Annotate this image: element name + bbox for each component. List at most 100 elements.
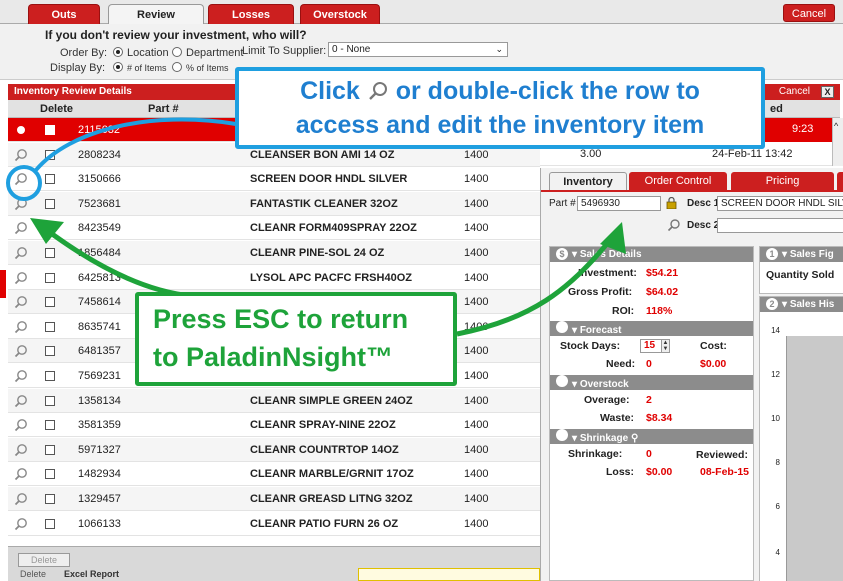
green-callout: Press ESC to return to PaladinNsight™ bbox=[135, 292, 457, 386]
search-icon[interactable] bbox=[14, 148, 28, 162]
col-delete[interactable]: Delete bbox=[40, 100, 73, 118]
part-description: FANTASTIK CLEANER 32OZ bbox=[250, 197, 398, 210]
search-icon[interactable] bbox=[14, 320, 28, 334]
part-number: 5971327 bbox=[78, 443, 121, 456]
sales-history-chart: 14 12 10 8 6 4 bbox=[760, 322, 843, 581]
table-row[interactable]: 1482934 CLEANR MARBLE/GRNIT 17OZ 1400 bbox=[8, 462, 540, 487]
display-by-percent-radio[interactable]: % of Items bbox=[172, 62, 229, 74]
panel-cancel-button[interactable]: Cancel bbox=[779, 84, 810, 100]
stepper-arrows-icon[interactable]: ▲ ▼ bbox=[661, 340, 669, 352]
quantity-sold-label: Quantity Sold bbox=[766, 269, 835, 281]
tab-review[interactable]: Review bbox=[108, 4, 204, 24]
sales-details-title: Sales Details bbox=[579, 249, 642, 260]
search-icon[interactable] bbox=[14, 467, 28, 481]
desc2-field[interactable] bbox=[717, 218, 843, 233]
overstock-header[interactable]: ▾ Overstock bbox=[550, 375, 753, 390]
delete-checkbox[interactable] bbox=[45, 174, 55, 185]
need-label: Need: bbox=[606, 358, 636, 370]
delete-checkbox[interactable] bbox=[45, 272, 55, 283]
delete-label[interactable]: Delete bbox=[20, 569, 46, 579]
search-icon[interactable] bbox=[14, 394, 28, 408]
green-callout-line2: to PaladinNsight™ bbox=[153, 342, 394, 372]
col-reviewed[interactable]: ed bbox=[770, 100, 783, 118]
table-row[interactable]: 1856484 CLEANR PINE-SOL 24 OZ 1400 bbox=[8, 241, 540, 265]
sales-details-header[interactable]: $ ▾ Sales Details bbox=[550, 247, 753, 262]
stock-days-stepper[interactable]: 15 ▲ ▼ bbox=[640, 339, 670, 353]
delete-checkbox[interactable] bbox=[45, 494, 55, 504]
table-row[interactable]: 8423549 CLEANR FORM409SPRAY 22OZ 1400 bbox=[8, 216, 540, 241]
delete-checkbox[interactable] bbox=[45, 420, 55, 431]
search-icon[interactable] bbox=[14, 443, 28, 457]
search-icon[interactable] bbox=[14, 295, 28, 309]
table-row[interactable]: 1329457 CLEANR GREASD LITNG 32OZ 1400 bbox=[8, 487, 540, 511]
shrinkage-title: Shrinkage bbox=[579, 433, 629, 444]
part-description: CLEANR SIMPLE GREEN 24OZ bbox=[250, 394, 413, 407]
table-row[interactable]: 1358134 CLEANR SIMPLE GREEN 24OZ 1400 bbox=[8, 388, 540, 413]
table-row[interactable]: 5971327 CLEANR COUNTRTOP 14OZ 1400 bbox=[8, 437, 540, 462]
display-by-count-radio[interactable]: # of Items bbox=[113, 62, 167, 74]
delete-checkbox[interactable] bbox=[45, 321, 55, 332]
search-icon[interactable] bbox=[14, 221, 28, 235]
store-number: 1400 bbox=[464, 443, 489, 456]
delete-checkbox[interactable] bbox=[45, 444, 55, 455]
desc1-field[interactable]: SCREEN DOOR HNDL SILVER bbox=[717, 196, 843, 211]
reviewed-date: 08-Feb-15 bbox=[700, 466, 750, 478]
delete-button[interactable]: Delete bbox=[18, 553, 70, 567]
table-row[interactable]: 1066133 CLEANR PATIO FURN 26 OZ 1400 bbox=[8, 512, 540, 536]
delete-checkbox[interactable] bbox=[45, 198, 55, 209]
delete-checkbox[interactable] bbox=[45, 518, 55, 529]
search-icon[interactable] bbox=[14, 123, 28, 137]
delete-checkbox[interactable] bbox=[45, 297, 55, 308]
supplier-select[interactable]: 0 - None ⌄ bbox=[328, 42, 508, 57]
scrollbar[interactable]: ^ bbox=[832, 118, 843, 166]
tab-losses[interactable]: Losses bbox=[208, 4, 294, 24]
forecast-header[interactable]: ▾ Forecast bbox=[550, 321, 753, 336]
search-icon[interactable] bbox=[14, 246, 28, 260]
sales-figures-header[interactable]: 1 ▾ Sales Fig bbox=[760, 247, 843, 262]
delete-checkbox[interactable] bbox=[45, 395, 55, 406]
excel-report-link[interactable]: Excel Report bbox=[64, 569, 119, 579]
blue-callout-line1: Click or double-click the row to bbox=[239, 77, 761, 106]
close-icon[interactable]: X bbox=[821, 86, 834, 98]
search-icon[interactable] bbox=[14, 492, 28, 506]
shrinkage-header[interactable]: ▾ Shrinkage ⚲ bbox=[550, 429, 753, 444]
tab-pricing[interactable]: Pricing bbox=[731, 172, 834, 190]
order-by-location-radio[interactable]: Location bbox=[113, 47, 169, 59]
delete-checkbox[interactable] bbox=[45, 149, 55, 160]
delete-checkbox[interactable] bbox=[45, 346, 55, 357]
search-icon[interactable] bbox=[14, 344, 28, 358]
part-number-field[interactable]: 5496930 bbox=[577, 196, 661, 211]
roi-label: ROI: bbox=[612, 305, 635, 317]
part-number: 1856484 bbox=[78, 247, 121, 259]
sales-history-header[interactable]: 2 ▾ Sales His bbox=[760, 297, 843, 312]
tab-outs[interactable]: Outs bbox=[28, 4, 100, 24]
delete-checkbox[interactable] bbox=[45, 469, 55, 480]
display-by-label: Display By: bbox=[50, 62, 106, 74]
search-icon[interactable] bbox=[14, 369, 28, 383]
search-icon[interactable]: ⚲ bbox=[631, 433, 638, 444]
part-number: 2808234 bbox=[78, 148, 121, 161]
table-row[interactable]: 7523681 FANTASTIK CLEANER 32OZ 1400 bbox=[8, 191, 540, 216]
col-part[interactable]: Part # bbox=[148, 100, 179, 118]
delete-checkbox[interactable] bbox=[45, 223, 55, 234]
tab-overstock[interactable]: Overstock bbox=[300, 4, 380, 24]
radio-selected-icon bbox=[113, 62, 123, 72]
table-row[interactable]: 3581359 CLEANR SPRAY-NINE 22OZ 1400 bbox=[8, 413, 540, 438]
tab-order-control[interactable]: Order Control bbox=[629, 172, 727, 190]
store-number: 1400 bbox=[464, 197, 489, 210]
delete-checkbox[interactable] bbox=[45, 371, 55, 381]
table-row[interactable]: 6425813 LYSOL APC PACFC FRSH40OZ 1400 bbox=[8, 266, 540, 290]
search-icon[interactable] bbox=[14, 271, 28, 285]
scroll-up-icon[interactable]: ^ bbox=[834, 121, 838, 131]
search-icon[interactable] bbox=[14, 517, 28, 531]
part-description: CLEANR COUNTRTOP 14OZ bbox=[250, 443, 399, 456]
tab-more[interactable] bbox=[837, 172, 843, 190]
delete-checkbox[interactable] bbox=[45, 125, 55, 135]
search-icon[interactable] bbox=[14, 418, 28, 432]
delete-checkbox[interactable] bbox=[45, 248, 55, 258]
table-row[interactable]: 3150666 SCREEN DOOR HNDL SILVER 1400 bbox=[8, 167, 540, 192]
order-by-department-radio[interactable]: Department bbox=[172, 47, 243, 59]
cancel-button[interactable]: Cancel bbox=[783, 4, 835, 22]
tab-inventory[interactable]: Inventory bbox=[549, 172, 627, 190]
search-icon[interactable] bbox=[667, 218, 681, 232]
